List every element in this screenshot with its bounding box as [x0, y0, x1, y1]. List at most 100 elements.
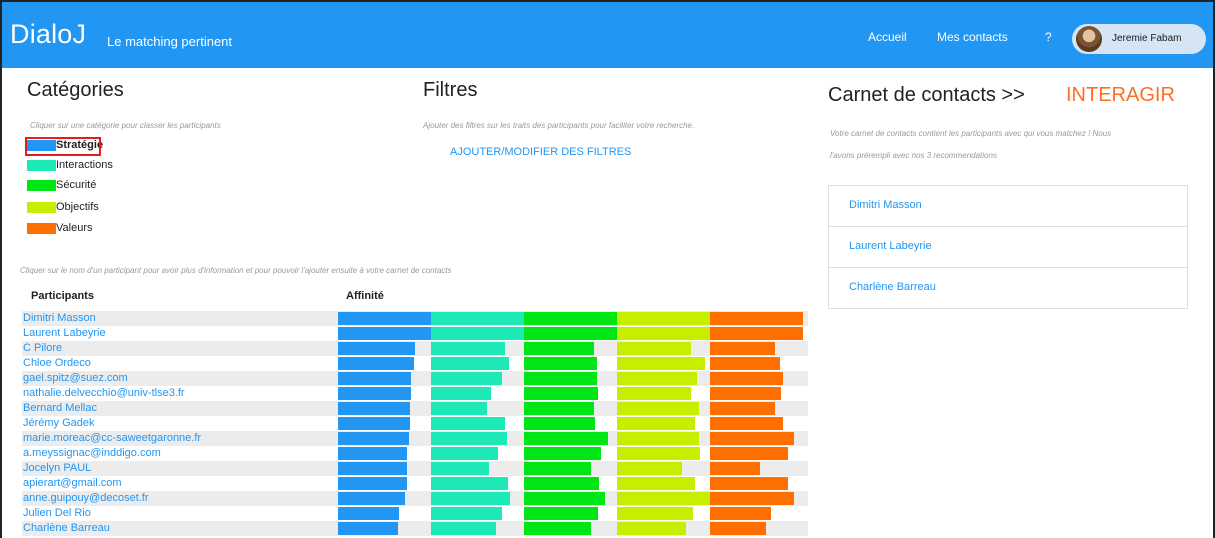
affinity-bar: [338, 342, 415, 355]
edit-filters-button[interactable]: AJOUTER/MODIFIER DES FILTRES: [450, 146, 631, 158]
participant-name[interactable]: nathalie.delvecchio@univ-tlse3.fr: [23, 386, 185, 401]
affinity-bar: [338, 387, 411, 400]
contact-item[interactable]: Laurent Labeyrie: [829, 227, 1187, 268]
affinity-bar: [338, 462, 407, 475]
category-label: Valeurs: [56, 222, 93, 234]
participant-name[interactable]: Bernard Mellac: [23, 401, 97, 416]
affinity-bar: [338, 432, 409, 445]
affinity-bar: [710, 432, 794, 445]
affinity-bar: [524, 327, 617, 340]
affinity-bar: [431, 402, 487, 415]
avatar: [1076, 26, 1102, 52]
affinity-bar: [710, 462, 760, 475]
affinity-bar: [617, 507, 693, 520]
affinity-bar: [710, 372, 783, 385]
affinity-bar: [617, 402, 699, 415]
participant-name[interactable]: a.meyssignac@inddigo.com: [23, 446, 161, 461]
table-row: [22, 521, 808, 536]
affinity-bar: [617, 462, 682, 475]
participant-name[interactable]: gael.spitz@suez.com: [23, 371, 128, 386]
affinity-bar: [710, 312, 803, 325]
affinity-bar: [710, 477, 788, 490]
affinity-bar: [617, 342, 691, 355]
affinity-bar: [710, 327, 803, 340]
affinity-bar: [431, 387, 491, 400]
affinity-bar: [431, 327, 524, 340]
participant-name[interactable]: Chloe Ordeco: [23, 356, 91, 371]
contacts-list: Dimitri Masson Laurent Labeyrie Charlène…: [828, 185, 1188, 309]
affinity-bar: [617, 387, 691, 400]
participant-name[interactable]: anne.guipouy@decoset.fr: [23, 491, 149, 506]
participant-name[interactable]: Dimitri Masson: [23, 311, 96, 326]
affinity-bar: [710, 522, 766, 535]
affinity-bar: [524, 462, 591, 475]
user-menu[interactable]: Jeremie Fabam: [1072, 24, 1206, 54]
affinity-bar: [524, 477, 599, 490]
participant-name[interactable]: C Pilore: [23, 341, 62, 356]
selected-category-outline: [25, 137, 101, 156]
affinity-bar: [617, 447, 700, 460]
affinity-column-header: Affinité: [346, 290, 384, 302]
contact-name[interactable]: Laurent Labeyrie: [849, 240, 932, 252]
category-label: Interactions: [56, 159, 113, 171]
affinity-bar: [617, 327, 710, 340]
categories-title: Catégories: [27, 79, 124, 101]
affinity-bar: [617, 357, 705, 370]
contact-name[interactable]: Charlène Barreau: [849, 281, 936, 293]
participant-name[interactable]: Charlène Barreau: [23, 521, 110, 536]
affinity-bar: [617, 312, 710, 325]
affinity-bar: [338, 477, 407, 490]
affinity-bar: [431, 462, 489, 475]
nav-help-link[interactable]: ?: [1045, 30, 1052, 44]
affinity-bar: [431, 522, 496, 535]
affinity-bar: [710, 342, 775, 355]
affinity-bar: [524, 372, 597, 385]
affinity-bar: [710, 447, 788, 460]
affinity-bar: [617, 522, 686, 535]
brand-tagline: Le matching pertinent: [107, 34, 233, 49]
contact-item[interactable]: Charlène Barreau: [829, 268, 1187, 309]
participant-name[interactable]: apierart@gmail.com: [23, 476, 122, 491]
affinity-bar: [431, 342, 505, 355]
affinity-bar: [431, 372, 502, 385]
affinity-bar: [710, 357, 780, 370]
brand-logo[interactable]: DialoJ: [10, 19, 86, 50]
participant-name[interactable]: Julien Del Rio: [23, 506, 91, 521]
affinity-bar: [431, 492, 510, 505]
participants-column-header: Participants: [31, 290, 94, 302]
affinity-bar: [338, 492, 405, 505]
category-label: Objectifs: [56, 201, 99, 213]
affinity-bar: [524, 492, 605, 505]
participant-name[interactable]: Jérémy Gadek: [23, 416, 95, 431]
contact-item[interactable]: Dimitri Masson: [829, 186, 1187, 227]
affinity-bar: [617, 477, 695, 490]
affinity-bar: [524, 342, 594, 355]
affinity-bar: [524, 507, 598, 520]
affinity-bar: [338, 522, 398, 535]
affinity-bar: [431, 357, 509, 370]
affinity-bar: [524, 387, 598, 400]
affinity-bar: [524, 447, 601, 460]
nav-contacts-link[interactable]: Mes contacts: [937, 30, 1008, 44]
affinity-bar: [524, 402, 594, 415]
nav-home-link[interactable]: Accueil: [868, 30, 907, 44]
category-label: Sécurité: [56, 179, 97, 191]
filters-title: Filtres: [423, 79, 478, 101]
filters-hint: Ajouter des filtres sur les traits des p…: [423, 121, 695, 130]
affinity-bar: [617, 372, 697, 385]
affinity-bar: [710, 417, 783, 430]
affinity-bar: [338, 402, 410, 415]
interagir-button[interactable]: INTERAGIR: [1066, 84, 1175, 107]
affinity-bar: [617, 417, 695, 430]
top-navbar: DialoJ Le matching pertinent Accueil Mes…: [2, 2, 1213, 68]
participant-name[interactable]: Laurent Labeyrie: [23, 326, 106, 341]
contact-name[interactable]: Dimitri Masson: [849, 199, 922, 211]
affinity-bar: [524, 312, 617, 325]
category-swatch: [27, 180, 56, 191]
participant-name[interactable]: marie.moreac@cc-saweetgaronne.fr: [23, 431, 201, 446]
category-swatch: [27, 160, 56, 171]
affinity-bar: [710, 507, 771, 520]
affinity-bar: [338, 312, 431, 325]
affinity-bar: [617, 492, 710, 505]
participant-name[interactable]: Jocelyn PAUL: [23, 461, 91, 476]
